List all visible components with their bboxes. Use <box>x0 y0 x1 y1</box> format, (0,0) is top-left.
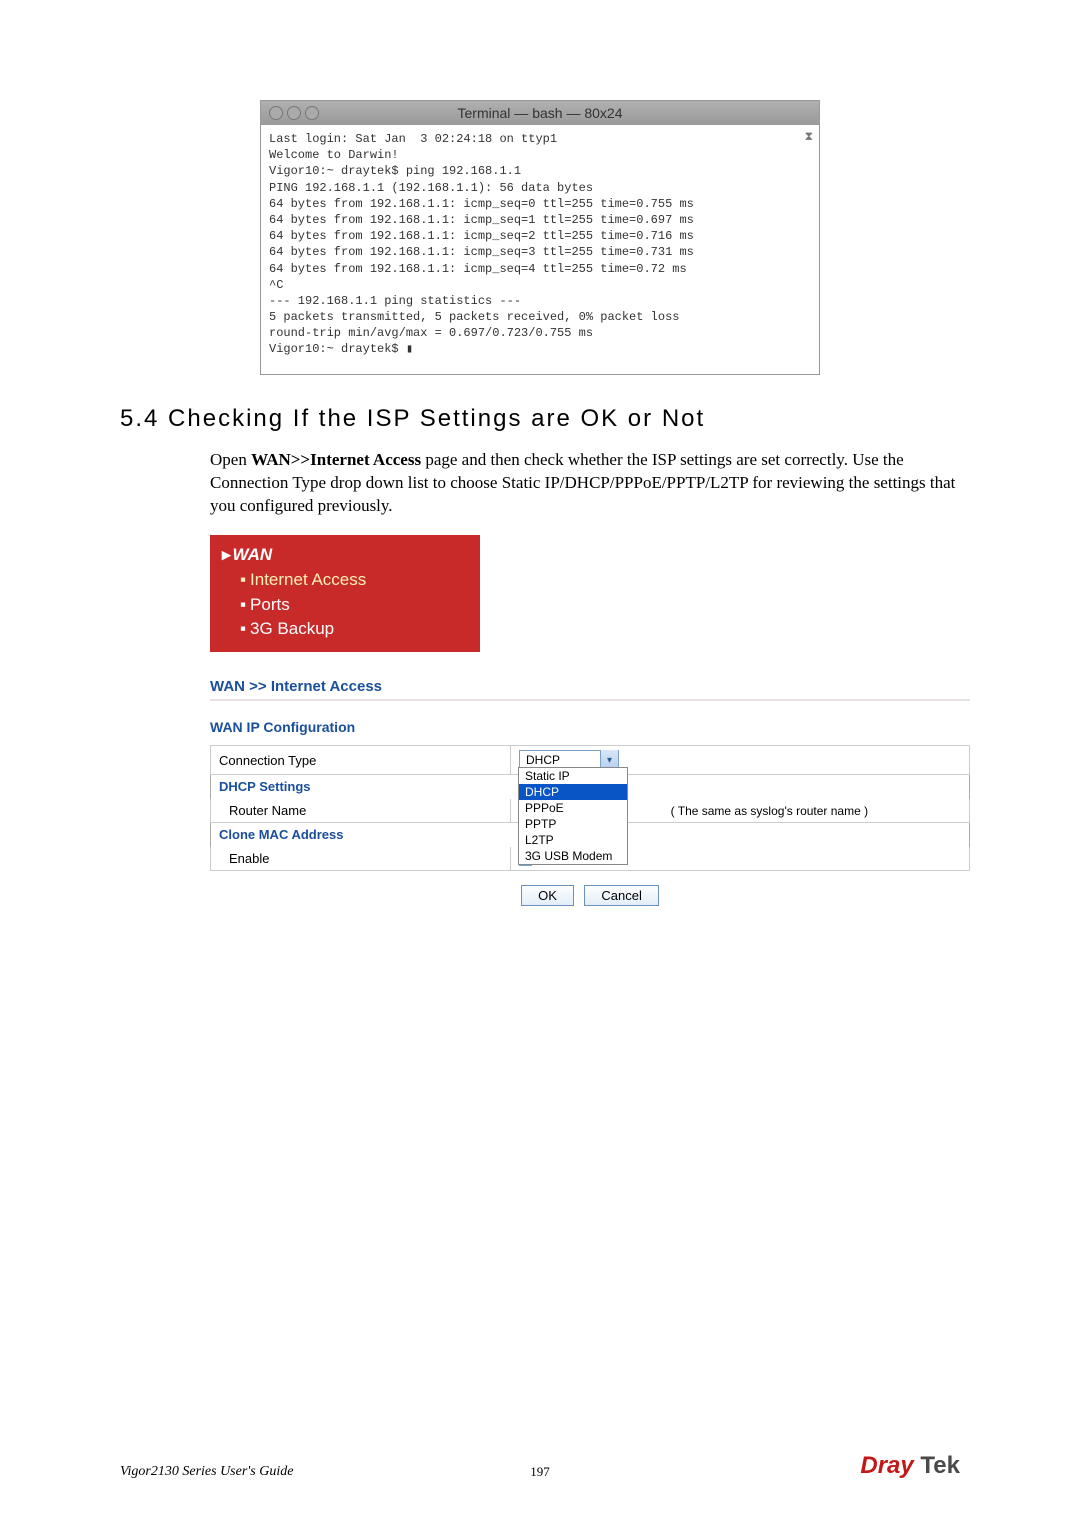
terminal-body: ⧗ Last login: Sat Jan 3 02:24:18 on ttyp… <box>261 125 819 374</box>
button-row: OK Cancel <box>210 871 970 920</box>
terminal-line: PING 192.168.1.1 (192.168.1.1): 56 data … <box>269 180 811 196</box>
router-name-label: Router Name <box>211 799 511 823</box>
router-name-note: ( The same as syslog's router name ) <box>671 804 868 818</box>
wan-config-panel: Connection Type DHCP ▾ DHCP Settings Rou… <box>210 745 970 920</box>
terminal-line: Vigor10:~ draytek$ ▮ <box>269 341 811 357</box>
terminal-title: Terminal — bash — 80x24 <box>261 105 819 121</box>
sidebar-label: Internet Access <box>250 570 366 589</box>
option-pptp[interactable]: PPTP <box>519 816 627 832</box>
page-footer: Vigor2130 Series User's Guide 197 Dray T… <box>120 1452 960 1480</box>
terminal-line: Last login: Sat Jan 3 02:24:18 on ttyp1 <box>269 131 811 147</box>
section-number: 5.4 <box>120 405 159 432</box>
section-heading: 5.4 Checking If the ISP Settings are OK … <box>120 405 960 433</box>
sidebar-label: WAN <box>233 545 273 564</box>
draytek-logo: Dray Tek <box>860 1452 960 1480</box>
terminal-line: --- 192.168.1.1 ping statistics --- <box>269 293 811 309</box>
terminal-line: 64 bytes from 192.168.1.1: icmp_seq=3 tt… <box>269 244 811 260</box>
enable-label: Enable <box>211 847 511 871</box>
terminal-line: Welcome to Darwin! <box>269 147 811 163</box>
connection-type-dropdown[interactable]: Static IP DHCP PPPoE PPTP L2TP 3G USB Mo… <box>518 767 628 865</box>
sidebar-label: 3G Backup <box>250 619 334 638</box>
terminal-line: 64 bytes from 192.168.1.1: icmp_seq=1 tt… <box>269 212 811 228</box>
option-3g-usb-modem[interactable]: 3G USB Modem <box>519 848 627 864</box>
terminal-titlebar: Terminal — bash — 80x24 <box>261 101 819 125</box>
sidebar-item-ports[interactable]: ▪Ports <box>222 593 468 618</box>
cancel-button[interactable]: Cancel <box>584 885 658 906</box>
sidebar-item-3g-backup[interactable]: ▪3G Backup <box>222 617 468 642</box>
terminal-line: ^C <box>269 277 811 293</box>
wan-sidebar-menu: ▸WAN ▪Internet Access ▪Ports ▪3G Backup <box>210 535 480 652</box>
sidebar-item-wan[interactable]: ▸WAN <box>222 543 468 568</box>
chevron-right-icon: ▸ <box>222 545 231 564</box>
select-value: DHCP <box>520 753 600 767</box>
sidebar-item-internet-access[interactable]: ▪Internet Access <box>222 568 468 593</box>
divider <box>210 699 970 701</box>
terminal-line: 64 bytes from 192.168.1.1: icmp_seq=4 tt… <box>269 261 811 277</box>
bold-text: WAN>>Internet Access <box>251 450 421 469</box>
terminal-line: 5 packets transmitted, 5 packets receive… <box>269 309 811 325</box>
option-pppoe[interactable]: PPPoE <box>519 800 627 816</box>
option-static-ip[interactable]: Static IP <box>519 768 627 784</box>
terminal-line: 64 bytes from 192.168.1.1: icmp_seq=2 tt… <box>269 228 811 244</box>
text: Open <box>210 450 251 469</box>
ok-button[interactable]: OK <box>521 885 574 906</box>
terminal-window: Terminal — bash — 80x24 ⧗ Last login: Sa… <box>260 100 820 375</box>
config-section-title: WAN IP Configuration <box>210 719 960 735</box>
terminal-line: Vigor10:~ draytek$ ping 192.168.1.1 <box>269 163 811 179</box>
scroll-indicator-icon: ⧗ <box>805 129 813 145</box>
footer-guide-title: Vigor2130 Series User's Guide <box>120 1464 293 1480</box>
logo-text-dray: Dray <box>860 1452 913 1479</box>
option-l2tp[interactable]: L2TP <box>519 832 627 848</box>
breadcrumb: WAN >> Internet Access <box>210 678 960 695</box>
sidebar-label: Ports <box>250 595 290 614</box>
option-dhcp[interactable]: DHCP <box>519 784 627 800</box>
bullet-icon: ▪ <box>240 595 246 614</box>
bullet-icon: ▪ <box>240 570 246 589</box>
footer-page-number: 197 <box>530 1464 550 1480</box>
terminal-line: 64 bytes from 192.168.1.1: icmp_seq=0 tt… <box>269 196 811 212</box>
logo-text-tek: Tek <box>914 1452 960 1479</box>
connection-type-label: Connection Type <box>211 746 511 775</box>
section-title: Checking If the ISP Settings are OK or N… <box>168 405 705 432</box>
body-paragraph: Open WAN>>Internet Access page and then … <box>210 449 960 518</box>
bullet-icon: ▪ <box>240 619 246 638</box>
terminal-line: round-trip min/avg/max = 0.697/0.723/0.7… <box>269 325 811 341</box>
